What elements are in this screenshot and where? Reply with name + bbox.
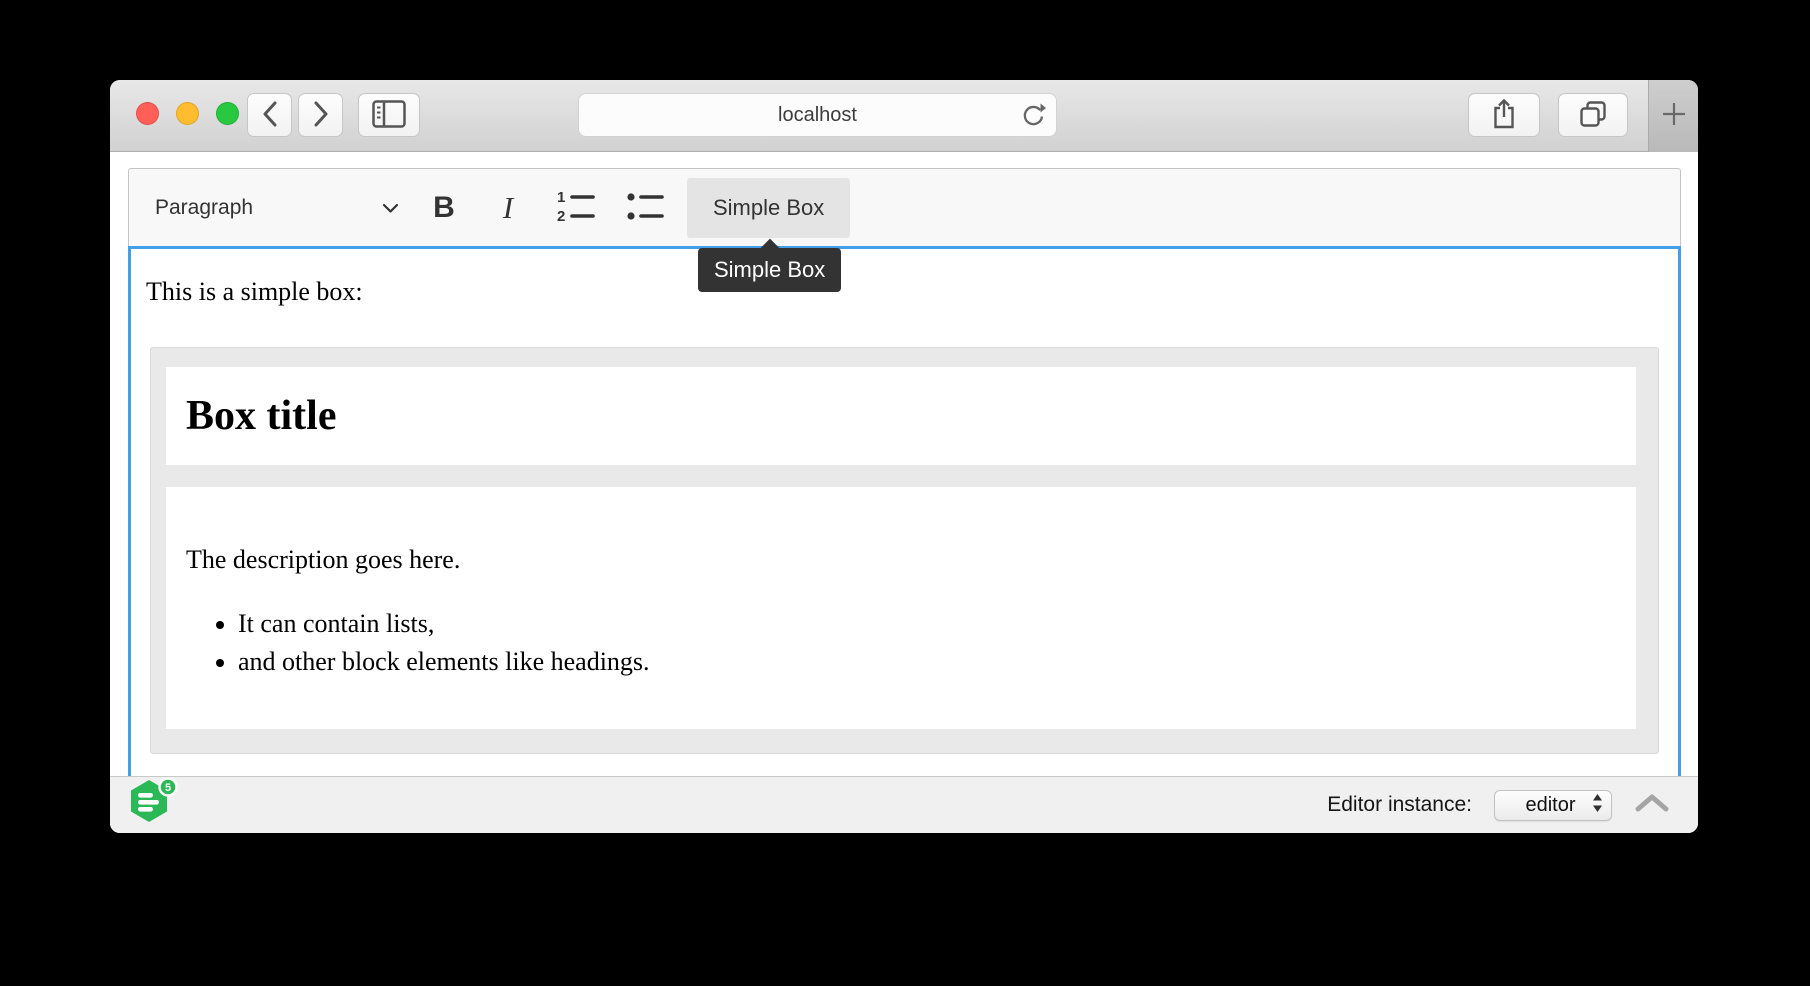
zoom-window-button[interactable] xyxy=(216,102,239,125)
address-bar[interactable]: localhost xyxy=(578,93,1057,137)
inspector-bottom-bar: 5 Editor instance: editor xyxy=(110,776,1698,833)
numbered-list-button[interactable]: 1 2 xyxy=(547,188,603,227)
safari-window: localhost xyxy=(110,80,1698,833)
chevron-right-icon xyxy=(313,101,329,130)
list-item[interactable]: and other block elements like headings. xyxy=(238,643,1616,681)
new-tab-button[interactable] xyxy=(1648,80,1698,152)
select-arrows-icon xyxy=(1592,793,1603,818)
svg-text:2: 2 xyxy=(557,208,565,224)
editor-editable-area[interactable]: This is a simple box: Box title The desc… xyxy=(128,246,1681,776)
heading-dropdown-label: Paragraph xyxy=(155,196,253,220)
share-icon xyxy=(1491,98,1517,133)
notification-badge: 5 xyxy=(165,782,171,794)
chevron-down-icon xyxy=(382,196,399,220)
heading-dropdown[interactable]: Paragraph xyxy=(155,196,399,220)
intro-paragraph[interactable]: This is a simple box: xyxy=(146,275,1663,309)
editor-instance-label: Editor instance: xyxy=(1327,793,1472,817)
svg-text:1: 1 xyxy=(557,189,565,206)
show-tabs-button[interactable] xyxy=(1558,93,1628,137)
editor-instance-controls: Editor instance: editor xyxy=(1327,790,1670,821)
ckeditor-frame: Paragraph B I 1 xyxy=(128,168,1681,776)
box-title-heading[interactable]: Box title xyxy=(186,392,1616,440)
plus-icon xyxy=(1661,101,1687,132)
editor-toolbar: Paragraph B I 1 xyxy=(128,168,1681,246)
share-button[interactable] xyxy=(1468,93,1540,137)
simple-box-description-section[interactable]: The description goes here. It can contai… xyxy=(166,487,1636,729)
screenshot-canvas: localhost xyxy=(0,0,1810,986)
simple-box-widget[interactable]: Box title The description goes here. It … xyxy=(150,347,1659,754)
simple-box-button[interactable]: Simple Box xyxy=(687,178,850,238)
browser-titlebar[interactable]: localhost xyxy=(110,80,1698,152)
minimize-window-button[interactable] xyxy=(176,102,199,125)
address-bar-text: localhost xyxy=(778,104,857,127)
description-list: It can contain lists, and other block el… xyxy=(186,605,1616,681)
list-item[interactable]: It can contain lists, xyxy=(238,605,1616,643)
editor-instance-select[interactable]: editor xyxy=(1494,790,1612,821)
simple-box-tooltip: Simple Box xyxy=(698,248,841,292)
bulleted-list-button[interactable] xyxy=(617,188,673,227)
ckeditor-logo[interactable]: 5 xyxy=(128,777,178,834)
tabs-overview-icon xyxy=(1578,99,1608,132)
refresh-icon[interactable] xyxy=(1020,103,1046,134)
bulleted-list-icon xyxy=(626,188,664,227)
close-window-button[interactable] xyxy=(136,102,159,125)
sidebar-icon xyxy=(372,100,406,131)
numbered-list-icon: 1 2 xyxy=(555,188,595,227)
bold-button[interactable]: B xyxy=(419,191,469,225)
italic-icon: I xyxy=(503,190,513,226)
editor-instance-value: editor xyxy=(1509,794,1592,817)
bold-icon: B xyxy=(433,191,455,225)
collapse-chevron-up-icon[interactable] xyxy=(1634,793,1670,818)
web-page: Paragraph B I 1 xyxy=(110,152,1698,832)
back-button[interactable] xyxy=(247,93,292,137)
chevron-left-icon xyxy=(262,101,278,130)
simple-box-title-section[interactable]: Box title xyxy=(166,367,1636,465)
tooltip-text: Simple Box xyxy=(714,257,825,282)
simple-box-button-label: Simple Box xyxy=(713,195,824,220)
description-paragraph[interactable]: The description goes here. xyxy=(186,543,1616,577)
italic-button[interactable]: I xyxy=(483,190,533,226)
sidebar-toggle-button[interactable] xyxy=(358,93,420,137)
forward-button[interactable] xyxy=(298,93,343,137)
